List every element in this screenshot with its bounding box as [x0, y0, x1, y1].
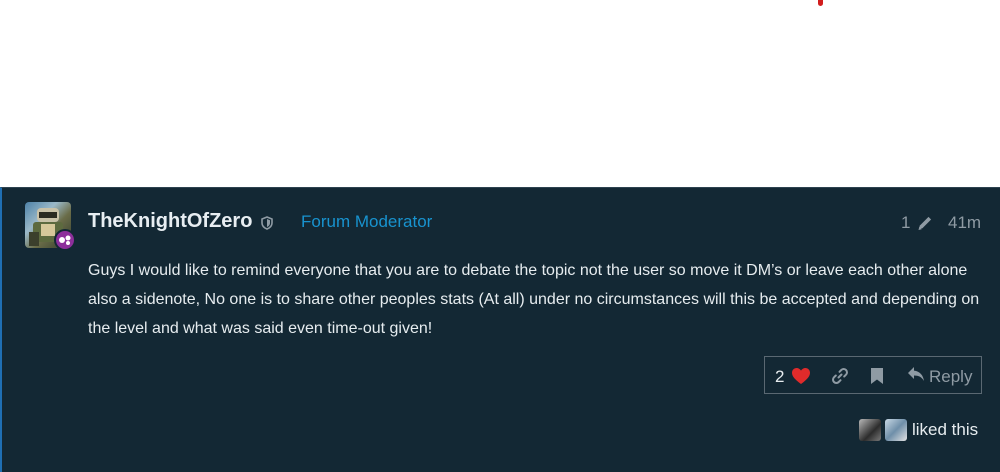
flair-icon: [54, 229, 76, 251]
post-actions: 2 Reply: [764, 356, 982, 394]
username[interactable]: TheKnightOfZero: [88, 210, 252, 233]
link-icon[interactable]: [831, 367, 849, 390]
heart-icon[interactable]: [791, 367, 811, 390]
liked-by: liked this: [859, 419, 978, 441]
page-top-area: [0, 0, 1000, 187]
reply-button[interactable]: Reply: [907, 366, 972, 387]
edit-count[interactable]: 1: [901, 213, 910, 233]
reply-label: Reply: [929, 366, 973, 386]
liker-avatar[interactable]: [885, 419, 907, 441]
bookmark-icon[interactable]: [870, 367, 884, 390]
user-role-badge[interactable]: Forum Moderator: [301, 212, 432, 232]
post-body: Guys I would like to remind everyone tha…: [88, 262, 980, 337]
like-count[interactable]: 2: [775, 367, 784, 387]
post-time[interactable]: 41m: [948, 213, 981, 233]
liker-avatar[interactable]: [859, 419, 881, 441]
red-mark: [818, 0, 823, 6]
forum-post: TheKnightOfZero Forum Moderator 1 41m Gu…: [0, 187, 1000, 472]
liked-this-label: liked this: [912, 420, 979, 439]
pencil-icon[interactable]: [916, 214, 934, 237]
reply-icon: [907, 366, 925, 387]
shield-icon: [261, 216, 273, 235]
